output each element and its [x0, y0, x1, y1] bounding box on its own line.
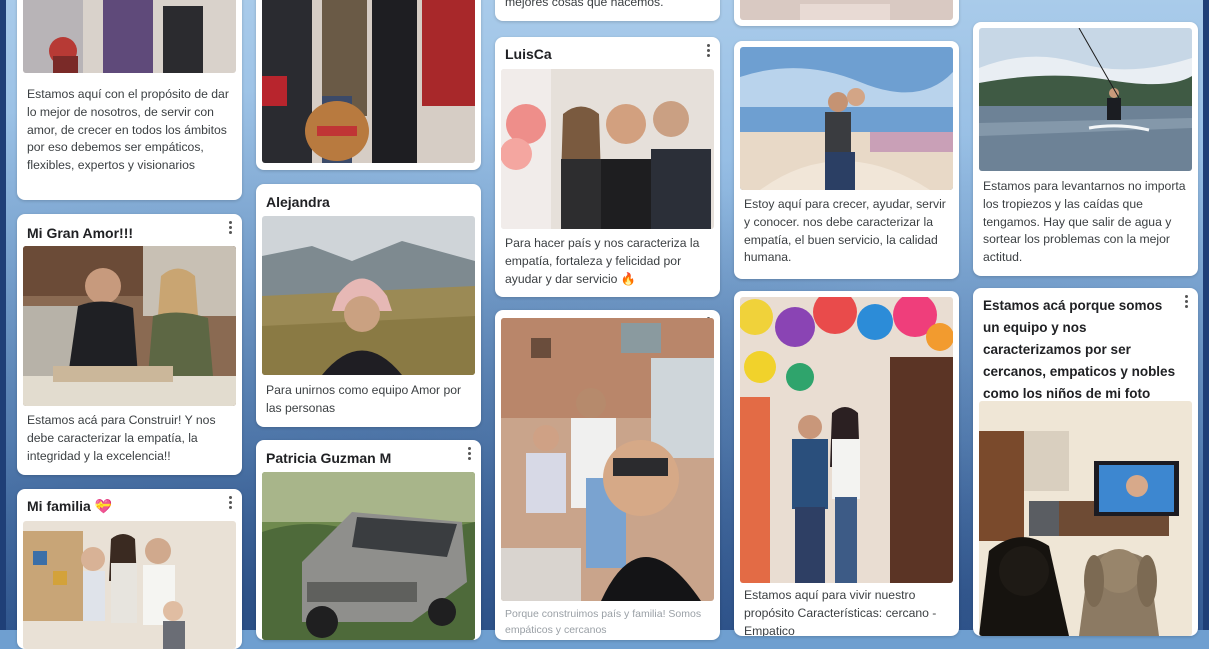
- post-card[interactable]: Estoy aquí para crecer, ayudar, servir y…: [734, 41, 959, 279]
- post-text: Para hacer país y nos caracteriza la emp…: [505, 236, 700, 286]
- post-author: Patricia Guzman M: [266, 450, 392, 466]
- post-text: Estamos aquí para vivir nuestro propósit…: [744, 588, 937, 636]
- post-photo: [23, 246, 236, 406]
- post-card[interactable]: [734, 0, 959, 26]
- left-edge: [0, 0, 6, 630]
- post-author: Alejandra: [266, 194, 330, 210]
- post-card[interactable]: [256, 0, 481, 170]
- post-photo: [262, 216, 475, 375]
- post-card[interactable]: Porque construimos país y familia! Somos…: [495, 310, 720, 640]
- post-card[interactable]: Estamos para levantarnos no importa los …: [973, 22, 1198, 276]
- post-text: Porque construimos país y familia! Somos…: [505, 608, 702, 636]
- post-photo: [501, 318, 714, 601]
- post-card[interactable]: Estamos aquí con el propósito de dar lo …: [17, 0, 242, 200]
- post-card[interactable]: Estamos acá porque somos un equipo y nos…: [973, 288, 1198, 636]
- more-vertical-icon[interactable]: [700, 41, 716, 59]
- right-edge: [1203, 0, 1209, 630]
- post-title: Estamos acá porque somos un equipo y nos…: [983, 298, 1176, 401]
- post-card[interactable]: Mi familia 💝: [17, 489, 242, 649]
- post-photo: [979, 401, 1192, 636]
- post-author: Mi Gran Amor!!!: [27, 225, 134, 241]
- post-card[interactable]: mejores cosas que hacemos.: [495, 0, 720, 21]
- post-author: LuisCa: [505, 46, 552, 62]
- post-photo: [23, 0, 236, 73]
- post-text: Estamos aquí con el propósito de dar lo …: [27, 87, 229, 173]
- post-author: Mi familia 💝: [27, 498, 113, 514]
- more-vertical-icon[interactable]: [222, 493, 238, 511]
- post-text: Estamos acá para Construir! Y nos debe c…: [27, 413, 216, 463]
- post-photo: [740, 47, 953, 190]
- post-card[interactable]: LuisCa Para hacer país y nos caracteriza…: [495, 37, 720, 297]
- post-photo: [740, 297, 953, 583]
- post-text: Estoy aquí para crecer, ayudar, servir y…: [744, 197, 946, 265]
- post-photo: [262, 0, 475, 163]
- post-text: mejores cosas que hacemos.: [505, 0, 664, 9]
- post-card[interactable]: Mi Gran Amor!!! Estamos acá para Constru…: [17, 214, 242, 475]
- more-vertical-icon[interactable]: [222, 218, 238, 236]
- post-photo: [740, 0, 953, 20]
- post-card[interactable]: Estamos aquí para vivir nuestro propósit…: [734, 291, 959, 636]
- post-text: Estamos para levantarnos no importa los …: [983, 179, 1186, 265]
- more-vertical-icon[interactable]: [1178, 292, 1194, 310]
- post-photo: [262, 472, 475, 640]
- post-card[interactable]: Alejandra Para unirnos como equipo Amor …: [256, 184, 481, 427]
- post-photo: [979, 28, 1192, 171]
- more-vertical-icon[interactable]: [461, 444, 477, 462]
- post-card[interactable]: Patricia Guzman M: [256, 440, 481, 640]
- post-text: Para unirnos como equipo Amor por las pe…: [266, 383, 462, 415]
- post-photo: [501, 69, 714, 229]
